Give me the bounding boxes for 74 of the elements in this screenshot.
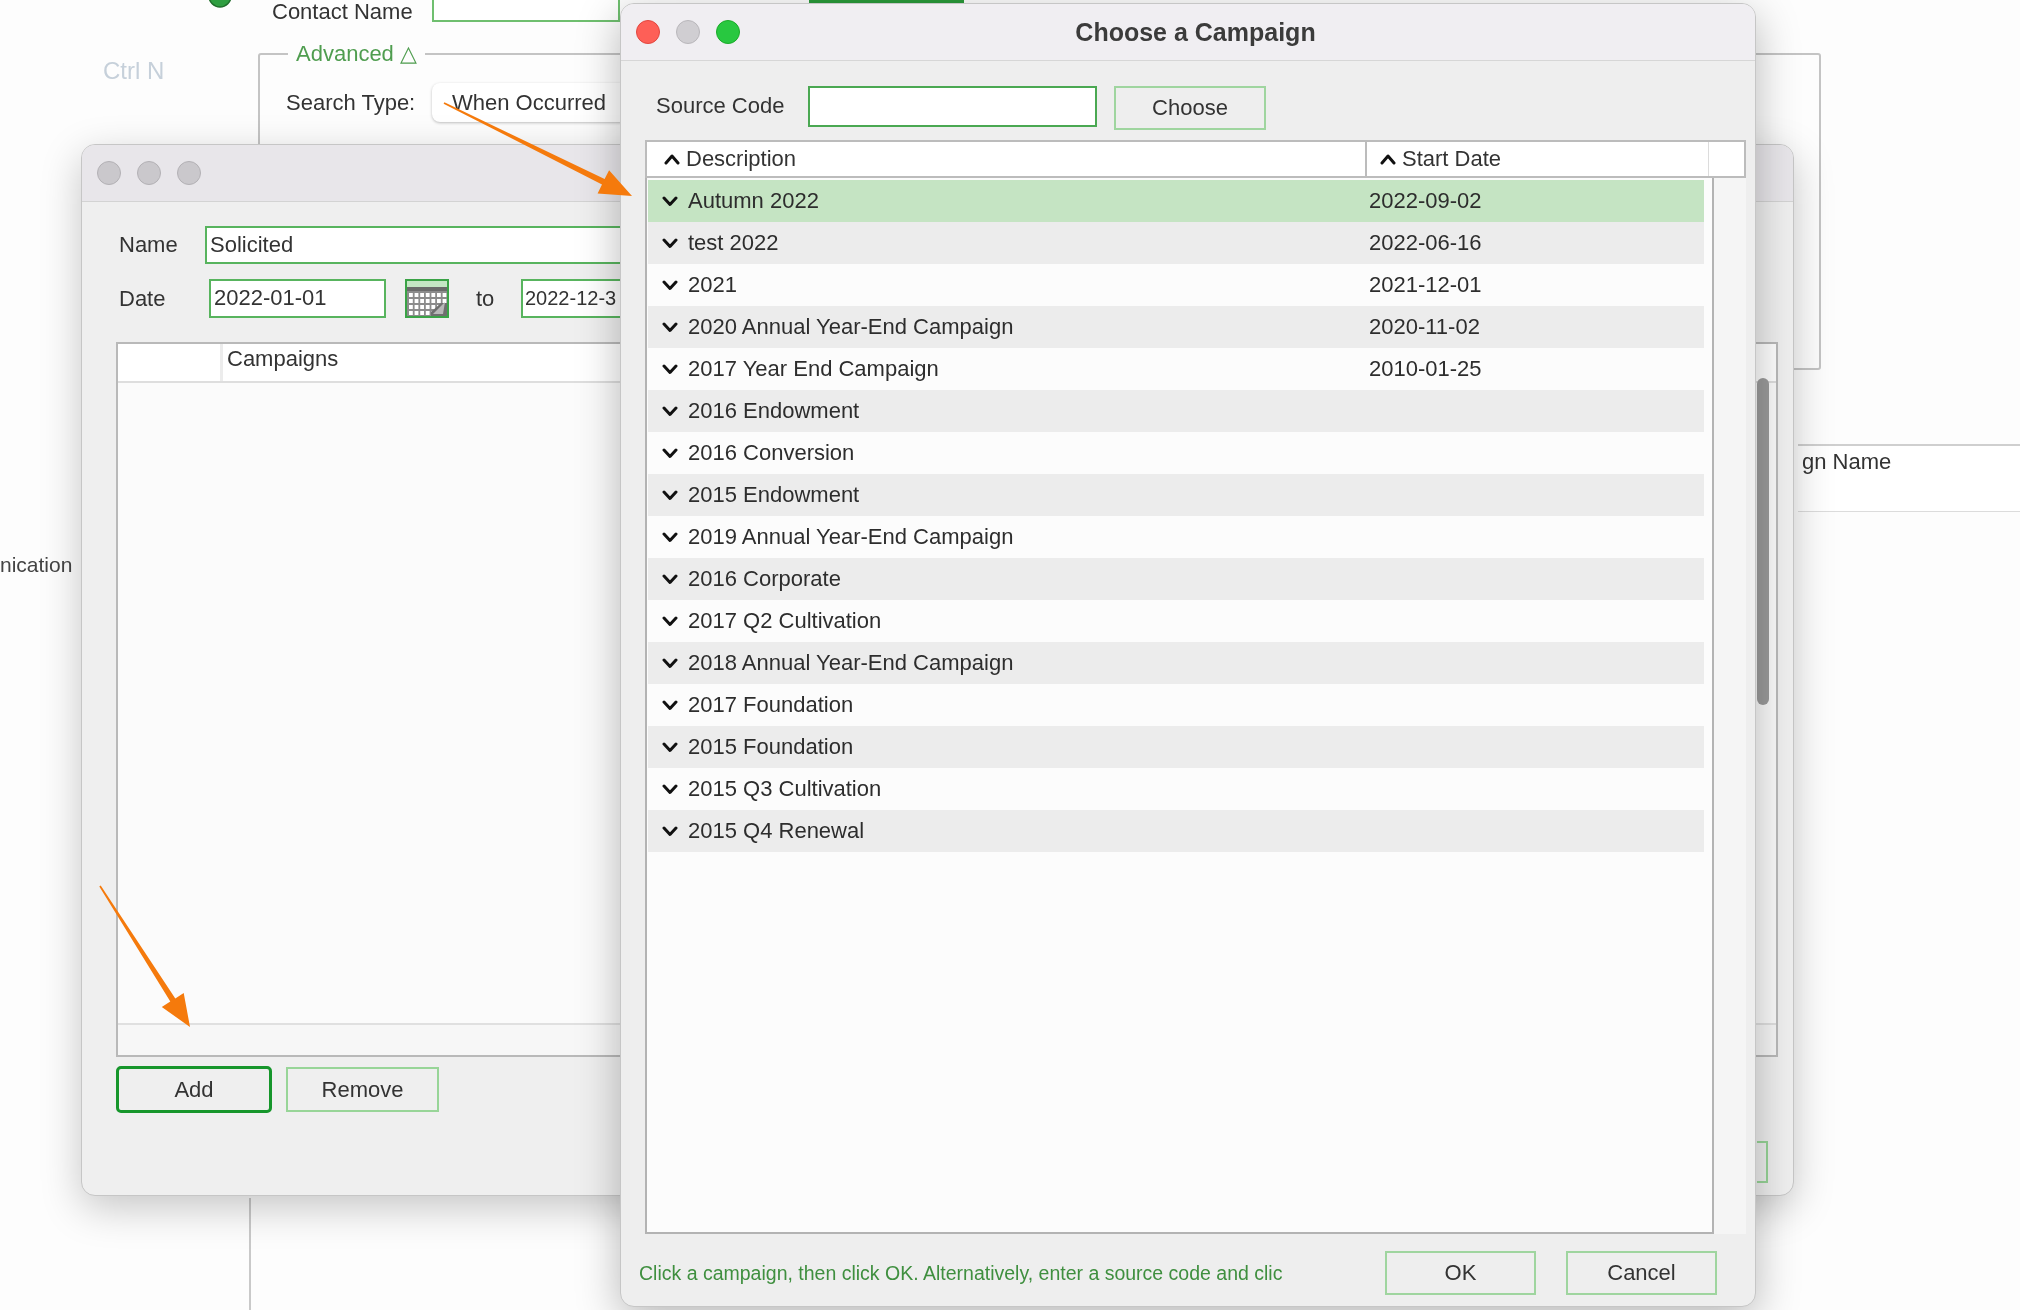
window-title: Choose a Campaign (1075, 17, 1316, 47)
table-row[interactable]: Autumn 2022 2022-09-02 (648, 180, 1704, 222)
choose-button[interactable]: Choose (1114, 86, 1266, 130)
chevron-down-icon[interactable] (662, 279, 678, 291)
description-text: 2017 Q2 Cultivation (688, 608, 883, 634)
field-label: Source Code (656, 93, 786, 119)
field-label: Search Type: (286, 89, 417, 116)
column-header[interactable]: Start Date (1367, 142, 1709, 176)
table-row[interactable]: 2016 Endowment (648, 390, 1704, 432)
ok-button[interactable]: OK (1385, 1251, 1536, 1295)
chevron-down-icon[interactable] (662, 237, 678, 249)
chevron-down-icon[interactable] (662, 783, 678, 795)
table-row[interactable]: 2015 Q4 Renewal (648, 810, 1704, 852)
table-row[interactable]: 2015 Foundation (648, 726, 1704, 768)
description-text: test 2022 (688, 230, 780, 256)
start-date-text: 2022-09-02 (1369, 188, 1482, 214)
field-label: Date (118, 285, 167, 312)
description-text: 2017 Year End Campaign (688, 356, 940, 382)
column-header[interactable]: gn Name (1798, 444, 2020, 512)
chevron-down-icon[interactable] (662, 489, 678, 501)
description-text: 2018 Annual Year-End Campaign (688, 650, 1015, 676)
chevron-down-icon[interactable] (662, 573, 678, 585)
description-text: 2016 Endowment (688, 398, 861, 424)
add-button[interactable]: Add (116, 1066, 272, 1113)
description-text: 2015 Foundation (688, 734, 855, 760)
scrollbar-track[interactable] (1714, 178, 1746, 1234)
chevron-down-icon[interactable] (662, 657, 678, 669)
chevron-down-icon[interactable] (662, 531, 678, 543)
description-text: 2016 Corporate (688, 566, 842, 592)
chevron-down-icon[interactable] (662, 405, 678, 417)
date-field[interactable]: 2022-12-3 (521, 279, 623, 318)
date-field[interactable]: 2022-01-01 (209, 279, 386, 318)
input-field[interactable] (431, 0, 620, 22)
search-type-dropdown[interactable]: When Occurred (432, 83, 622, 122)
chevron-down-icon[interactable] (662, 615, 678, 627)
chevron-down-icon[interactable] (662, 195, 678, 207)
table-row[interactable]: 2020 Annual Year-End Campaign 2020-11-02 (648, 306, 1704, 348)
table-row[interactable]: 2015 Endowment (648, 474, 1704, 516)
description-text: 2016 Conversion (688, 440, 856, 466)
chevron-down-icon[interactable] (662, 699, 678, 711)
field-label: Contact Name (272, 0, 413, 24)
description-text: 2017 Foundation (688, 692, 855, 718)
range-label: to (476, 285, 496, 312)
start-date-text: 2010-01-25 (1369, 356, 1482, 382)
calendar-icon[interactable] (405, 279, 449, 318)
description-text: 2015 Q4 Renewal (688, 818, 866, 844)
description-text: 2021 (688, 272, 738, 298)
cancel-button[interactable]: Cancel (1566, 1251, 1717, 1295)
field-label: Name (118, 232, 179, 258)
group-title: Advanced (296, 41, 394, 66)
description-text: 2020 Annual Year-End Campaign (688, 314, 1015, 340)
chevron-down-icon[interactable] (662, 825, 678, 837)
close-button[interactable] (636, 20, 660, 44)
chevron-down-icon[interactable] (662, 363, 678, 375)
column-header[interactable]: Description (647, 142, 1367, 176)
chevron-down-icon[interactable] (662, 447, 678, 459)
scrollbar-thumb[interactable] (1757, 378, 1769, 705)
table-row[interactable]: 2016 Corporate (648, 558, 1704, 600)
table-row[interactable]: test 2022 2022-06-16 (648, 222, 1704, 264)
description-text: 2019 Annual Year-End Campaign (688, 524, 1015, 550)
start-date-text: 2020-11-02 (1369, 314, 1480, 340)
chevron-down-icon[interactable] (662, 741, 678, 753)
source-code-field[interactable] (808, 85, 1097, 127)
hint-text: Click a campaign, then click OK. Alternatively, enter a source code and clic (639, 1261, 1284, 1285)
chevron-down-icon[interactable] (662, 321, 678, 333)
side-label: nication (0, 553, 73, 577)
description-text: 2015 Q3 Cultivation (688, 776, 883, 802)
table-row[interactable]: 2018 Annual Year-End Campaign (648, 642, 1704, 684)
start-date-text: 2022-06-16 (1369, 230, 1482, 256)
description-text: 2015 Endowment (688, 482, 861, 508)
start-date-text: 2021-12-01 (1369, 272, 1482, 298)
name-field[interactable]: Solicited (205, 226, 623, 264)
description-text: Autumn 2022 (688, 188, 820, 214)
remove-button[interactable]: Remove (286, 1067, 439, 1112)
